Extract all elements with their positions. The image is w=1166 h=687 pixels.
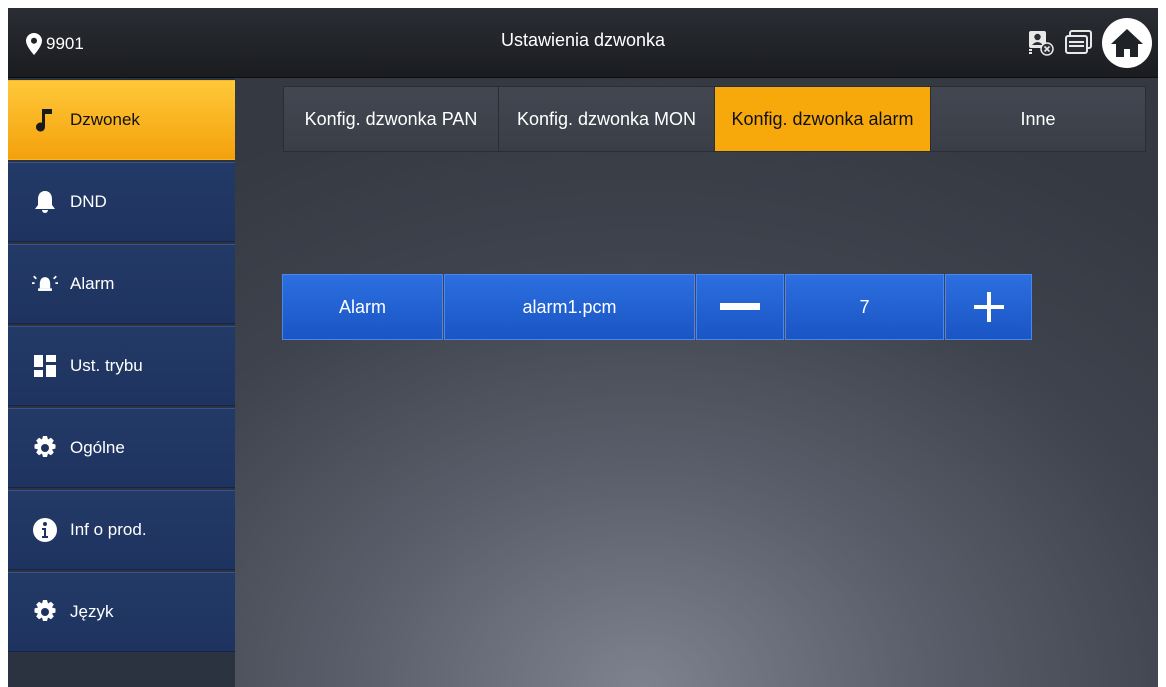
header-icons (1026, 18, 1152, 68)
sidebar-item-label: Alarm (70, 274, 115, 293)
info-icon (32, 517, 58, 543)
sidebar-item-label: Język (70, 602, 114, 621)
gear-icon (32, 599, 58, 625)
alarm-icon (32, 271, 58, 297)
tab-inne[interactable]: Inne (931, 87, 1145, 151)
music-note-icon (32, 107, 58, 133)
sidebar-item-inf-o-prod[interactable]: Inf o prod. (8, 490, 235, 570)
sidebar-item-dnd[interactable]: DND (8, 162, 235, 242)
home-icon (1111, 29, 1143, 57)
sidebar-item-ogolne[interactable]: Ogólne (8, 408, 235, 488)
sidebar-item-label: Ogólne (70, 438, 125, 457)
tab-bar: Konfig. dzwonka PAN Konfig. dzwonka MON … (283, 86, 1146, 152)
home-button[interactable] (1102, 18, 1152, 68)
plus-icon (973, 292, 1004, 322)
page-title: Ustawienia dzwonka (500, 30, 666, 50)
sidebar-item-label: Dzwonek (70, 110, 140, 129)
volume-value: 7 (785, 274, 944, 340)
minus-icon (720, 303, 760, 310)
message-icon[interactable] (1064, 28, 1094, 58)
sidebar-item-label: DND (70, 192, 107, 211)
camera-monitor-icon[interactable] (1026, 28, 1056, 58)
tab-konfig-dzwonka-alarm[interactable]: Konfig. dzwonka alarm (715, 87, 931, 151)
volume-increase-button[interactable] (945, 274, 1032, 340)
ringtone-select[interactable]: alarm1.pcm (444, 274, 695, 340)
tab-konfig-dzwonka-pan[interactable]: Konfig. dzwonka PAN (284, 87, 499, 151)
sidebar-item-label: Ust. trybu (70, 356, 143, 375)
sidebar: Dzwonek DND Alarm Ust. trybu Ogólne Inf … (8, 78, 235, 687)
top-bar: 9901 Ustawienia dzwonka (8, 8, 1158, 78)
sidebar-item-jezyk[interactable]: Język (8, 572, 235, 652)
app-frame: 9901 Ustawienia dzwonka Dzwonek DND Alar… (8, 8, 1158, 687)
tab-konfig-dzwonka-mon[interactable]: Konfig. dzwonka MON (499, 87, 715, 151)
sidebar-item-ust-trybu[interactable]: Ust. trybu (8, 326, 235, 406)
sidebar-item-alarm[interactable]: Alarm (8, 244, 235, 324)
sidebar-item-dzwonek[interactable]: Dzwonek (8, 80, 235, 160)
volume-decrease-button[interactable] (696, 274, 784, 340)
bell-icon (32, 189, 58, 215)
gear-icon (32, 435, 58, 461)
mode-grid-icon (32, 353, 58, 379)
alarm-label: Alarm (282, 274, 443, 340)
sidebar-item-label: Inf o prod. (70, 520, 147, 539)
